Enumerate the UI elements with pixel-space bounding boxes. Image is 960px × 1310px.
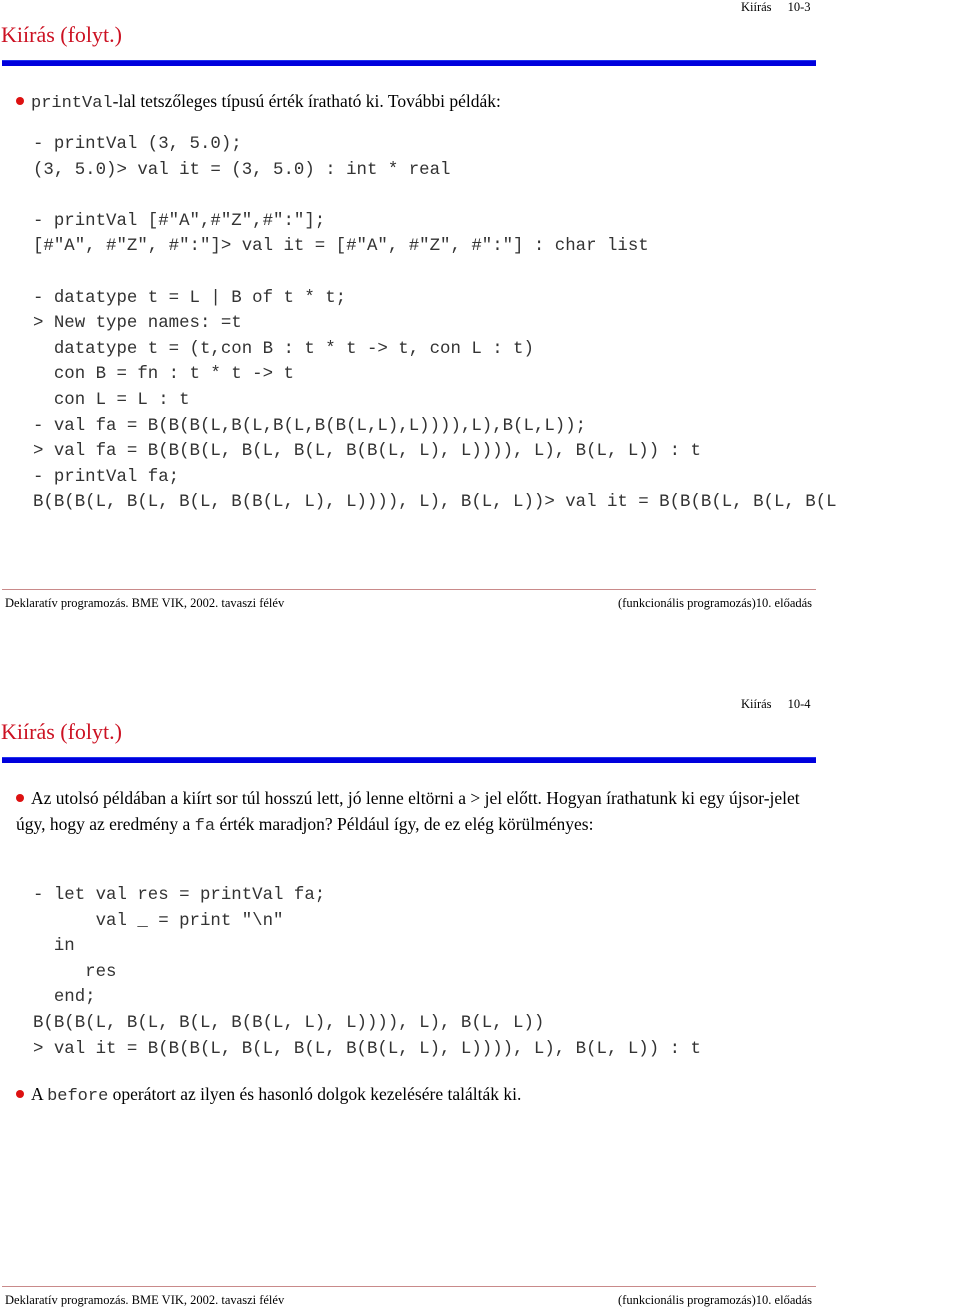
inline-code: before: [47, 1087, 109, 1106]
footer-left: Deklaratív programozás. BME VIK, 2002. t…: [5, 1293, 285, 1307]
bullet-item: printVal-lal tetszőleges típusú érték ír…: [16, 88, 501, 117]
code-line: res: [33, 962, 117, 982]
code-line: > val it = B(B(B(L, B(L, B(L, B(B(L, L),…: [33, 1039, 701, 1059]
footer-right: (funkcionális programozás)10. előadás: [618, 1293, 813, 1307]
code-line: B(B(B(L, B(L, B(L, B(B(L, L), L)))), L),…: [33, 1013, 545, 1033]
bullet-icon: [16, 96, 24, 105]
bullet-text: -lal tetszőleges típusú érték íratható k…: [112, 91, 501, 111]
code-line: (3, 5.0)> val it = (3, 5.0) : int * real: [33, 160, 451, 180]
code-line: - let val res = printVal fa;: [33, 886, 326, 905]
bullet-item: Az utolsó példában a kiírt sor túl hossz…: [16, 785, 806, 840]
code-line: con L = L : t: [33, 390, 190, 410]
code-line: in: [33, 937, 75, 957]
footer-left: Deklaratív programozás. BME VIK, 2002. t…: [5, 596, 285, 610]
inline-code: printVal: [31, 94, 113, 113]
running-head: Kiírás 10-3: [741, 0, 810, 15]
code-line: end;: [33, 988, 96, 1008]
code-line: [#"A", #"Z", #":"]> val it = [#"A", #"Z"…: [33, 237, 649, 257]
code-line: B(B(B(L, B(L, B(L, B(B(L, L), L)))), L),…: [33, 493, 837, 513]
code-line: > val fa = B(B(B(L, B(L, B(L, B(B(L, L),…: [33, 442, 701, 462]
running-head-page: 10-3: [787, 0, 811, 14]
slide-10-4: Kiírás 10-4 Kiírás (folyt.) Az utolsó pél…: [0, 697, 960, 1310]
bullet-icon: [16, 793, 24, 802]
code-line: - val fa = B(B(B(L,B(L,B(L,B(B(L,L),L)))…: [33, 416, 587, 436]
running-head-section: Kiírás: [741, 0, 772, 14]
running-head-section: Kiírás: [741, 697, 772, 711]
slide-title: Kiírás (folyt.): [1, 22, 122, 47]
code-line: - printVal (3, 5.0);: [33, 135, 242, 154]
running-head: Kiírás 10-4: [741, 697, 810, 712]
title-rule: [2, 757, 816, 763]
code-line: - datatype t = L | B of t * t;: [33, 288, 347, 308]
code-line: val _ = print "\n": [33, 911, 284, 931]
bullet-text: érték maradjon? Például így, de ez elég …: [215, 814, 594, 834]
code-line: datatype t = (t,con B : t * t -> t, con …: [33, 339, 534, 359]
bullet-icon: [16, 1089, 24, 1098]
code-line: - printVal [#"A",#"Z",#":"];: [33, 211, 326, 231]
bullet-text: A: [31, 1084, 48, 1104]
title-rule: [2, 60, 816, 66]
code-block: - printVal (3, 5.0); (3, 5.0)> val it = …: [33, 132, 837, 516]
code-line: > New type names: =t: [33, 314, 242, 334]
running-head-page: 10-4: [787, 697, 811, 711]
code-line: - printVal fa;: [33, 467, 180, 487]
slide-10-3: Kiírás 10-3 Kiírás (folyt.) printVal-lal …: [0, 0, 960, 655]
bullet-item: A before operátort az ilyen és hasonló d…: [16, 1081, 521, 1110]
code-line: con B = fn : t * t -> t: [33, 365, 294, 385]
code-block: - let val res = printVal fa; val _ = pri…: [33, 883, 701, 1062]
footer-right: (funkcionális programozás)10. előadás: [618, 596, 813, 610]
slide-title: Kiírás (folyt.): [1, 719, 122, 744]
footer-rule: [2, 589, 816, 590]
footer-rule: [2, 1286, 816, 1287]
bullet-text: operátort az ilyen és hasonló dolgok kez…: [108, 1084, 522, 1104]
inline-code: fa: [194, 817, 216, 836]
